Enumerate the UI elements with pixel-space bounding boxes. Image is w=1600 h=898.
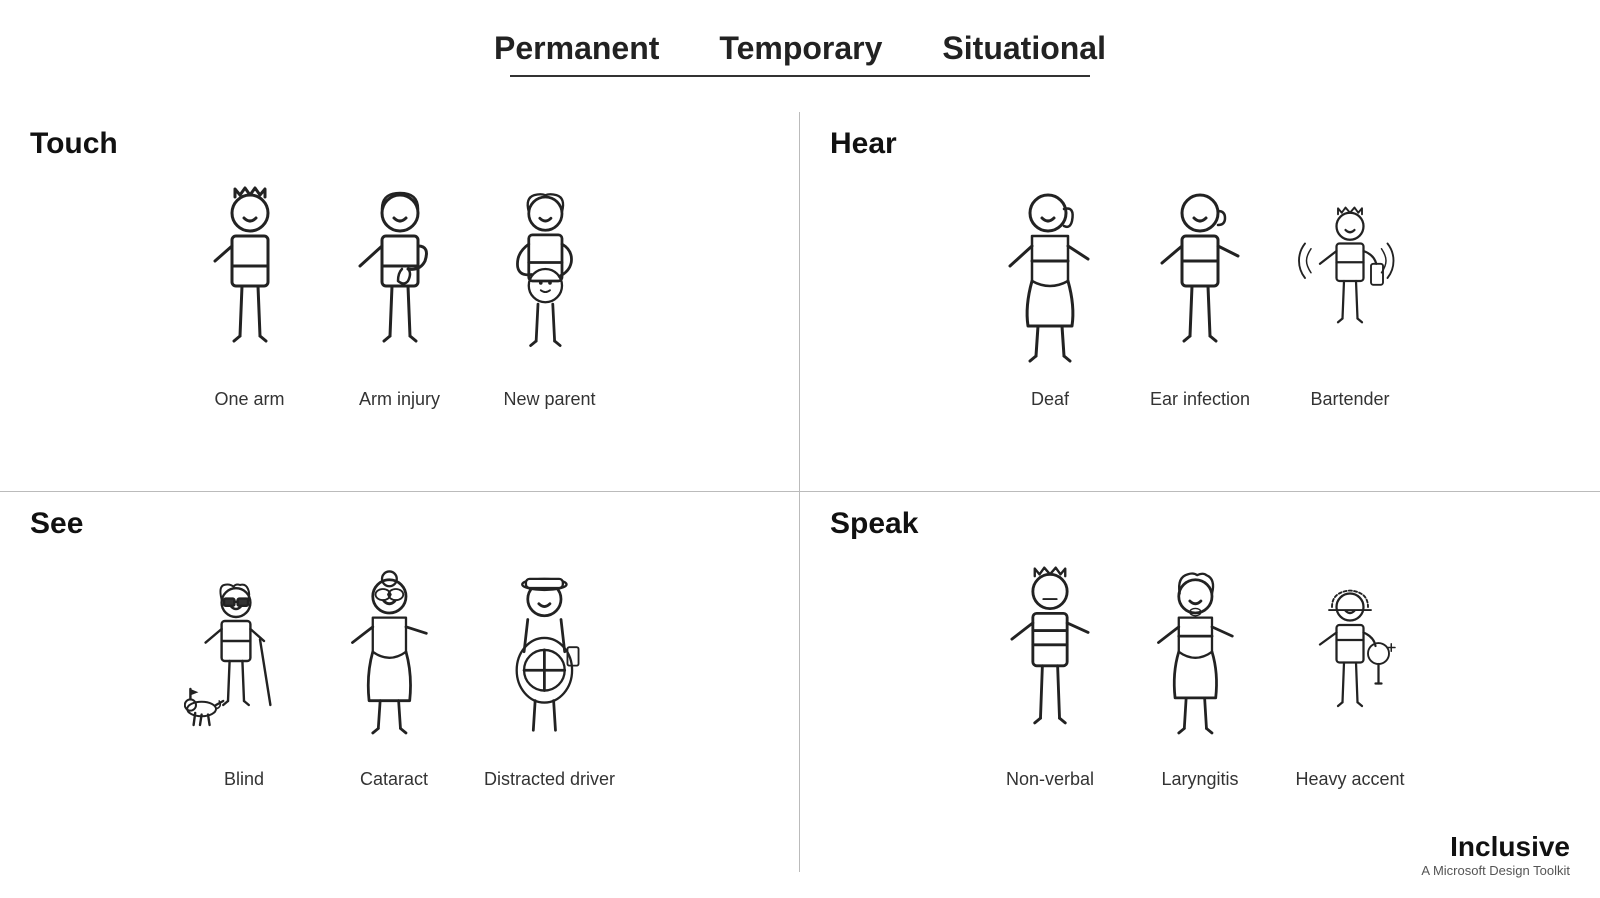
branding-sub: A Microsoft Design Toolkit: [1421, 863, 1570, 878]
label-deaf: Deaf: [1031, 389, 1069, 410]
speak-figures: Non-verbal: [830, 551, 1570, 805]
figure-one-arm: One arm: [190, 181, 310, 410]
figure-blind: Blind: [184, 561, 304, 790]
icon-new-parent: [490, 181, 610, 381]
figure-ear-infection: Ear infection: [1140, 181, 1260, 410]
label-heavy-accent: Heavy accent: [1295, 769, 1404, 790]
figure-cataract: Cataract: [334, 561, 454, 790]
icon-ear-infection: [1140, 181, 1260, 381]
header-permanent: Permanent: [494, 30, 659, 67]
figure-laryngitis: Laryngitis: [1140, 561, 1260, 790]
branding: Inclusive A Microsoft Design Toolkit: [1421, 831, 1570, 878]
icon-one-arm: [190, 181, 310, 381]
header-temporary: Temporary: [719, 30, 882, 67]
icon-arm-injury: [340, 181, 460, 381]
header-situational: Situational: [942, 30, 1106, 67]
hear-section: Hear: [800, 112, 1600, 492]
label-distracted-driver: Distracted driver: [484, 769, 615, 790]
label-blind: Blind: [224, 769, 264, 790]
speak-section: Speak: [800, 492, 1600, 872]
figure-bartender: Bartender: [1290, 181, 1410, 410]
figure-new-parent: New parent: [490, 181, 610, 410]
label-one-arm: One arm: [214, 389, 284, 410]
figure-distracted-driver: Distracted driver: [484, 561, 615, 790]
touch-figures: One arm: [30, 171, 769, 425]
header: Permanent Temporary Situational: [0, 0, 1600, 67]
label-arm-injury: Arm injury: [359, 389, 440, 410]
icon-deaf: [990, 181, 1110, 381]
label-new-parent: New parent: [503, 389, 595, 410]
see-section: See: [0, 492, 800, 872]
label-cataract: Cataract: [360, 769, 428, 790]
hear-figures: Deaf: [830, 171, 1570, 425]
figure-arm-injury: Arm injury: [340, 181, 460, 410]
touch-section: Touch: [0, 112, 800, 492]
hear-title: Hear: [830, 127, 1570, 161]
icon-bartender: [1290, 181, 1410, 381]
icon-blind: [184, 561, 304, 761]
figure-deaf: Deaf: [990, 181, 1110, 410]
see-figures: Blind: [30, 551, 769, 805]
label-laryngitis: Laryngitis: [1161, 769, 1238, 790]
label-ear-infection: Ear infection: [1150, 389, 1250, 410]
icon-distracted-driver: [489, 561, 609, 761]
branding-main: Inclusive: [1421, 831, 1570, 863]
icon-heavy-accent: [1290, 561, 1410, 761]
icon-non-verbal: [990, 561, 1110, 761]
touch-title: Touch: [30, 127, 769, 161]
speak-title: Speak: [830, 507, 1570, 541]
figure-non-verbal: Non-verbal: [990, 561, 1110, 790]
icon-cataract: [334, 561, 454, 761]
icon-laryngitis: [1140, 561, 1260, 761]
figure-heavy-accent: Heavy accent: [1290, 561, 1410, 790]
label-bartender: Bartender: [1310, 389, 1389, 410]
main-grid: Touch: [0, 112, 1600, 872]
see-title: See: [30, 507, 769, 541]
label-non-verbal: Non-verbal: [1006, 769, 1094, 790]
